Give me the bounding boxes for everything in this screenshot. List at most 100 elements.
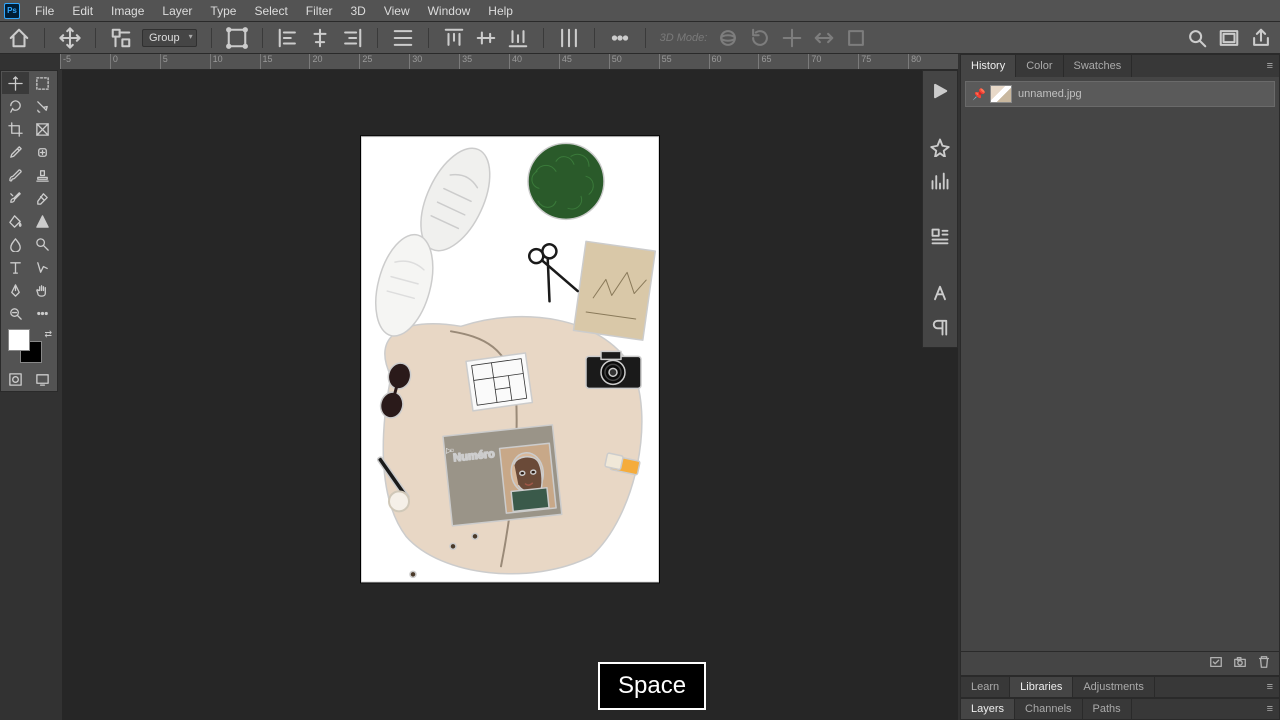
tab-swatches[interactable]: Swatches: [1064, 55, 1133, 77]
separator: [262, 28, 263, 48]
app-logo: Ps: [4, 3, 20, 19]
path-tool[interactable]: [30, 256, 57, 278]
history-label: unnamed.jpg: [1018, 88, 1082, 100]
layers-panel: Layers Channels Paths ≡: [960, 698, 1280, 720]
menu-select[interactable]: Select: [245, 1, 296, 21]
foreground-color[interactable]: [8, 329, 30, 351]
menu-type[interactable]: Type: [201, 1, 245, 21]
crop-tool[interactable]: [2, 118, 29, 140]
tab-libraries[interactable]: Libraries: [1010, 677, 1073, 697]
distribute-v-icon[interactable]: [558, 27, 580, 49]
panel-menu-icon[interactable]: ≡: [1261, 55, 1279, 77]
tab-history[interactable]: History: [961, 55, 1016, 77]
distribute-icon[interactable]: [392, 27, 414, 49]
properties-icon[interactable]: [930, 227, 950, 247]
gradient-tool[interactable]: [30, 210, 57, 232]
pen-tool[interactable]: [2, 279, 29, 301]
move-tool-icon[interactable]: [59, 27, 81, 49]
new-snapshot-icon[interactable]: [1209, 655, 1223, 672]
play-icon[interactable]: [930, 81, 950, 101]
menu-view[interactable]: View: [375, 1, 419, 21]
menu-edit[interactable]: Edit: [63, 1, 102, 21]
menu-filter[interactable]: Filter: [297, 1, 342, 21]
keypress-overlay: Space: [598, 662, 706, 710]
swap-colors-icon[interactable]: ⇄: [44, 329, 52, 340]
panel-menu-icon[interactable]: ≡: [1261, 699, 1279, 719]
character-icon[interactable]: [930, 283, 950, 303]
quick-select-tool[interactable]: [30, 95, 57, 117]
menubar: Ps File Edit Image Layer Type Select Fil…: [0, 0, 1280, 22]
eyedropper-tool[interactable]: [2, 141, 29, 163]
separator: [594, 28, 595, 48]
tab-color[interactable]: Color: [1016, 55, 1063, 77]
tab-channels[interactable]: Channels: [1015, 699, 1082, 719]
menu-3d[interactable]: 3D: [341, 1, 374, 21]
frame-icon[interactable]: [1218, 27, 1240, 49]
menu-image[interactable]: Image: [102, 1, 153, 21]
healing-tool[interactable]: [30, 141, 57, 163]
align-right-icon[interactable]: [341, 27, 363, 49]
histogram-icon[interactable]: [930, 171, 950, 191]
tab-paths[interactable]: Paths: [1083, 699, 1132, 719]
separator: [543, 28, 544, 48]
tab-adjustments[interactable]: Adjustments: [1073, 677, 1155, 697]
edit-toolbar[interactable]: [30, 302, 57, 324]
color-swatch[interactable]: ⇄: [2, 327, 56, 365]
zoom-tool[interactable]: [2, 302, 29, 324]
marquee-tool[interactable]: [30, 72, 57, 94]
eraser-tool[interactable]: [30, 187, 57, 209]
ruler-tick: 60: [709, 54, 722, 70]
auto-select-icon[interactable]: [110, 27, 132, 49]
paragraph-icon[interactable]: [930, 317, 950, 337]
stamp-tool[interactable]: [30, 164, 57, 186]
menu-file[interactable]: File: [26, 1, 63, 21]
ruler-tick: 65: [758, 54, 771, 70]
more-options-icon[interactable]: [609, 27, 631, 49]
menu-window[interactable]: Window: [419, 1, 480, 21]
align-vcenter-icon[interactable]: [475, 27, 497, 49]
bucket-tool[interactable]: [2, 210, 29, 232]
ruler-tick: 30: [409, 54, 422, 70]
canvas-area[interactable]: Numéro ▫: [62, 70, 958, 720]
pushpin-icon: 📌: [972, 88, 984, 100]
camera-icon[interactable]: [1233, 655, 1247, 672]
pan-3d-icon: [781, 27, 803, 49]
dodge-tool[interactable]: [30, 233, 57, 255]
align-left-icon[interactable]: [277, 27, 299, 49]
frame-tool[interactable]: [30, 118, 57, 140]
home-icon[interactable]: [8, 27, 30, 49]
search-icon[interactable]: [1186, 27, 1208, 49]
ruler-tick: 35: [459, 54, 472, 70]
separator: [428, 28, 429, 48]
align-hcenter-icon[interactable]: [309, 27, 331, 49]
move-tool[interactable]: [2, 72, 29, 94]
history-brush-tool[interactable]: [2, 187, 29, 209]
ruler-tick: 0: [110, 54, 118, 70]
menu-help[interactable]: Help: [479, 1, 522, 21]
document[interactable]: Numéro: [361, 136, 659, 582]
collapsed-dock: [922, 70, 958, 348]
ruler-horizontal[interactable]: -50510152025303540455055606570758085: [60, 54, 958, 70]
share-icon[interactable]: [1250, 27, 1272, 49]
brush-tool[interactable]: [2, 164, 29, 186]
screenmode-tool[interactable]: [30, 368, 57, 390]
type-tool[interactable]: [2, 256, 29, 278]
lasso-tool[interactable]: [2, 95, 29, 117]
menu-layer[interactable]: Layer: [153, 1, 201, 21]
right-panels: History Color Swatches ≡ 📌 unnamed.jpg L…: [960, 54, 1280, 720]
blur-tool[interactable]: [2, 233, 29, 255]
quickmask-tool[interactable]: [2, 368, 29, 390]
ruler-tick: 5: [160, 54, 168, 70]
transform-controls-icon[interactable]: [226, 27, 248, 49]
align-top-icon[interactable]: [443, 27, 465, 49]
auto-select-dropdown[interactable]: Group: [142, 29, 197, 47]
ruler-tick: 50: [609, 54, 622, 70]
tab-layers[interactable]: Layers: [961, 699, 1015, 719]
hand-tool[interactable]: [30, 279, 57, 301]
panel-menu-icon[interactable]: ≡: [1261, 677, 1279, 697]
navigator-icon[interactable]: [930, 137, 950, 157]
trash-icon[interactable]: [1257, 655, 1271, 672]
align-bottom-icon[interactable]: [507, 27, 529, 49]
history-item[interactable]: 📌 unnamed.jpg: [965, 81, 1275, 107]
tab-learn[interactable]: Learn: [961, 677, 1010, 697]
